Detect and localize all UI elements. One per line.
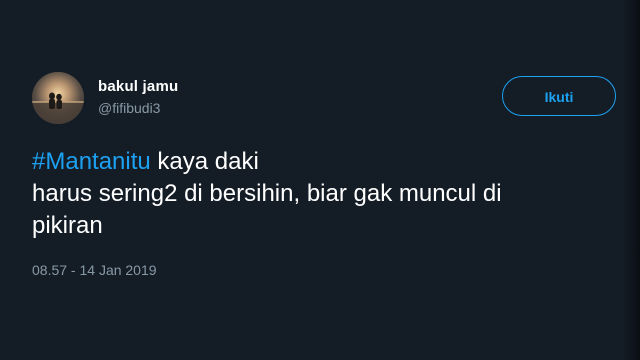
edge-shadow [622,0,640,360]
follow-button[interactable]: Ikuti [502,76,616,116]
tweet-timestamp[interactable]: 08.57 - 14 Jan 2019 [32,262,157,278]
avatar-image [32,72,84,124]
display-name[interactable]: bakul jamu [98,78,178,95]
avatar[interactable] [32,72,84,124]
hashtag-link[interactable]: #Mantanitu [32,148,151,175]
tweet-text: #Mantanitu kaya daki harus sering2 di be… [32,146,632,242]
user-handle[interactable]: @fifibudi3 [98,100,160,116]
tweet-card: bakul jamu @fifibudi3 Ikuti #Mantanitu k… [0,0,640,360]
